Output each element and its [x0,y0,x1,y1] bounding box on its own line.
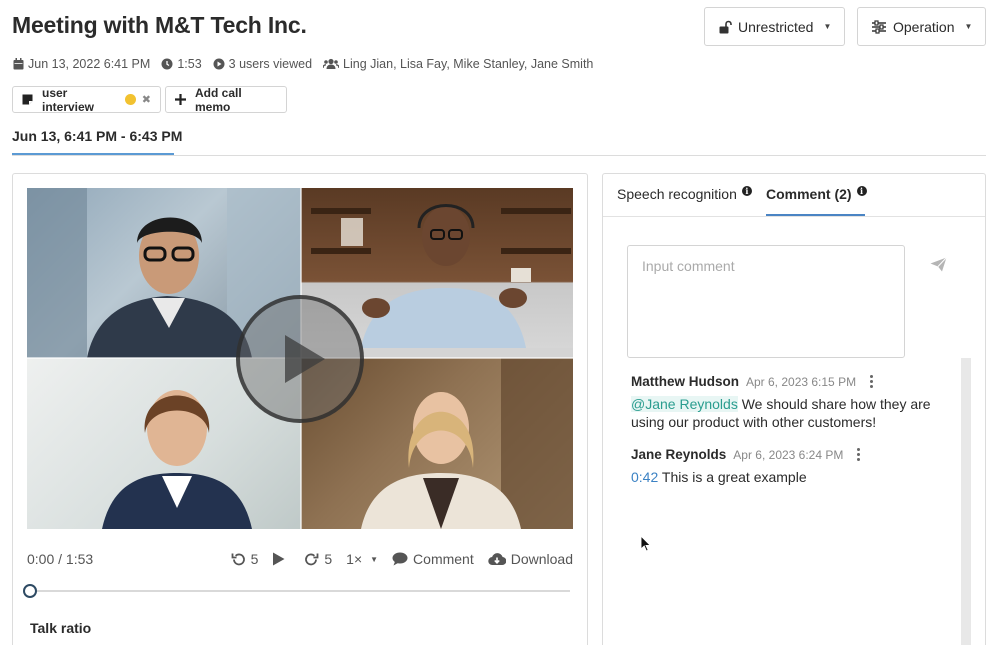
tab-divider [12,155,986,156]
meeting-meta: Jun 13, 2022 6:41 PM 1:53 3 users viewed… [13,57,604,71]
comment-body: @Jane Reynolds We should share how they … [631,396,931,430]
chevron-down-icon: ▼ [370,554,379,564]
access-dropdown-button[interactable]: Unrestricted ▼ [704,7,845,46]
info-icon: i [741,186,752,196]
more-options-icon[interactable] [854,448,863,461]
comment-author: Jane Reynolds [631,447,727,462]
rewind-icon [231,553,245,565]
playback-time: 0:00 / 1:53 [27,551,94,567]
add-comment-button[interactable]: Comment [392,551,474,567]
meta-views: 3 users viewed [213,57,312,71]
play-button[interactable] [272,552,290,566]
calendar-icon [13,58,24,70]
page-title: Meeting with M&T Tech Inc. [12,12,307,38]
progress-handle[interactable] [23,584,37,598]
tab-divider [603,216,985,217]
comment-body: 0:42 This is a great example [631,469,807,485]
comment-author: Matthew Hudson [631,374,739,389]
comment-item: Jane Reynolds Apr 6, 2023 6:24 PM 0:42 T… [631,447,931,486]
sticky-note-icon [22,94,33,105]
timestamp-link[interactable]: 0:42 [631,469,658,485]
meta-participants: Ling Jian, Lisa Fay, Mike Stanley, Jane … [323,57,593,71]
forward-icon [305,553,319,565]
play-circle-icon [213,58,225,70]
tab-comment[interactable]: Comment (2) i [766,186,867,202]
meta-duration: 1:53 [161,57,202,71]
chevron-down-icon: ▼ [823,22,832,31]
more-options-icon[interactable] [867,375,876,388]
clock-icon [161,58,173,70]
tag-chip-user-interview[interactable]: user interview ✖ [12,85,161,114]
speed-dropdown[interactable]: 1× ▼ [346,551,378,567]
forward-5-button[interactable]: 5 [304,551,332,567]
comment-item: Matthew Hudson Apr 6, 2023 6:15 PM @Jane… [631,374,931,431]
play-icon [273,552,285,566]
smiley-emoji-icon [125,94,136,105]
tag-label: user interview [42,85,95,114]
comment-date: Apr 6, 2023 6:15 PM [746,374,857,389]
comment-icon [392,552,408,566]
comment-input[interactable]: Input comment [627,245,905,358]
plus-icon [175,94,186,105]
memo-label: Add call memo [195,85,242,114]
tab-speech-recognition[interactable]: Speech recognition i [617,186,752,202]
operation-dropdown-button[interactable]: Operation ▼ [857,7,986,46]
info-icon: i [856,186,867,196]
download-button[interactable]: Download [488,551,573,567]
comments-scrollbar[interactable] [961,358,971,645]
mouse-cursor-icon [640,534,652,557]
unlock-icon [718,19,732,35]
mention-link[interactable]: @Jane Reynolds [631,396,738,412]
chevron-down-icon: ▼ [964,22,973,31]
talk-ratio-heading: Talk ratio [30,620,92,636]
player-controls: 0:00 / 1:53 5 5 1× ▼ Comment Download [27,549,573,569]
progress-track[interactable] [30,590,570,592]
meta-date: Jun 13, 2022 6:41 PM [13,57,150,71]
tab-time-range[interactable]: Jun 13, 6:41 PM - 6:43 PM [12,128,182,144]
add-call-memo-button[interactable]: Add call memo [165,85,287,114]
users-icon [323,58,340,69]
cloud-download-icon [488,553,506,566]
sliders-icon [871,19,887,35]
send-icon[interactable] [930,257,947,277]
rewind-5-button[interactable]: 5 [231,551,258,567]
remove-tag-icon[interactable]: ✖ [142,93,151,106]
play-icon [285,335,325,383]
operation-label: Operation [893,18,955,35]
play-overlay-button[interactable] [236,295,364,423]
access-label: Unrestricted [738,18,814,35]
comment-date: Apr 6, 2023 6:24 PM [733,447,844,462]
